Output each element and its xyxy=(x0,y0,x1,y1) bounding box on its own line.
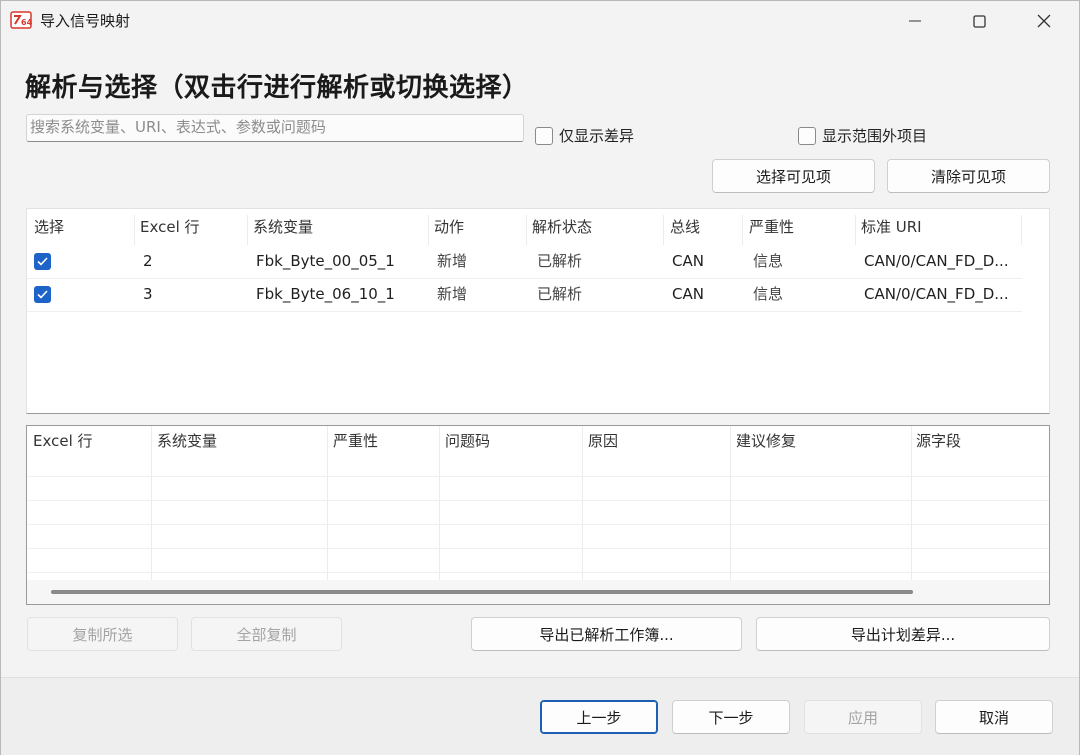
checkmark-icon xyxy=(37,257,48,266)
close-icon xyxy=(1037,14,1051,28)
show-out-of-range-label: 显示范围外项目 xyxy=(822,127,928,145)
bus-cell: CAN xyxy=(672,252,704,270)
excel-row-cell: 2 xyxy=(143,252,153,270)
column-divider xyxy=(730,426,731,580)
system-variable-cell: Fbk_Byte_06_10_1 xyxy=(256,285,395,303)
column-header-excel-row[interactable]: Excel 行 xyxy=(33,430,93,451)
copy-selected-button[interactable]: 复制所选 xyxy=(27,617,178,651)
bus-cell: CAN xyxy=(672,285,704,303)
status-cell: 已解析 xyxy=(537,285,583,303)
column-divider xyxy=(526,215,527,245)
svg-text:64: 64 xyxy=(21,18,32,27)
uri-cell: CAN/0/CAN_FD_D... xyxy=(864,252,1009,270)
column-header-system-variable[interactable]: 系统变量 xyxy=(157,430,217,451)
table-row[interactable]: 3 Fbk_Byte_06_10_1 新增 已解析 CAN 信息 CAN/0/C… xyxy=(27,278,1022,312)
import-signal-mapping-dialog: 64 导入信号映射 解析与选择（双击行进行解析或切换选择） 仅显示差异 显示范围… xyxy=(0,0,1080,755)
column-divider xyxy=(855,215,856,245)
row-divider xyxy=(27,524,1049,525)
issues-table-header: Excel 行 系统变量 严重性 问题码 原因 建议修复 源字段 xyxy=(27,426,1049,456)
copy-all-button[interactable]: 全部复制 xyxy=(191,617,342,651)
checkmark-icon xyxy=(37,290,48,299)
only-diff-label: 仅显示差异 xyxy=(559,127,635,145)
uri-cell: CAN/0/CAN_FD_D... xyxy=(864,285,1009,303)
action-cell: 新增 xyxy=(437,252,468,270)
column-divider xyxy=(582,426,583,580)
column-header-severity[interactable]: 严重性 xyxy=(333,430,378,451)
row-checkbox[interactable] xyxy=(34,286,51,303)
horizontal-scrollbar[interactable] xyxy=(27,580,1049,604)
column-header-bus[interactable]: 总线 xyxy=(670,211,700,244)
action-cell: 新增 xyxy=(437,285,468,303)
checkbox-box[interactable] xyxy=(535,126,553,145)
column-header-excel-row[interactable]: Excel 行 xyxy=(140,211,200,244)
maximize-icon xyxy=(972,14,986,28)
previous-step-button[interactable]: 上一步 xyxy=(540,700,658,734)
title-bar: 64 导入信号映射 xyxy=(1,1,1079,41)
row-divider xyxy=(27,476,1049,477)
row-divider xyxy=(27,548,1049,549)
system-variable-cell: Fbk_Byte_00_05_1 xyxy=(256,252,395,270)
column-header-suggested-fix[interactable]: 建议修复 xyxy=(736,430,796,451)
severity-cell: 信息 xyxy=(753,252,784,270)
column-divider xyxy=(439,426,440,580)
row-divider xyxy=(27,500,1049,501)
show-out-of-range-checkbox[interactable]: 显示范围外项目 xyxy=(798,125,927,146)
minimize-button[interactable] xyxy=(885,1,945,41)
column-divider xyxy=(327,426,328,580)
status-cell: 已解析 xyxy=(537,252,583,270)
page-title: 解析与选择（双击行进行解析或切换选择） xyxy=(25,73,529,103)
clear-visible-button[interactable]: 清除可见项 xyxy=(887,159,1050,193)
resolution-table[interactable]: 选择 Excel 行 系统变量 动作 解析状态 总线 严重性 标准 URI 2 … xyxy=(26,208,1050,414)
minimize-icon xyxy=(909,20,921,22)
table-row[interactable]: 2 Fbk_Byte_00_05_1 新增 已解析 CAN 信息 CAN/0/C… xyxy=(27,245,1022,279)
column-divider xyxy=(151,426,152,580)
column-header-system-variable[interactable]: 系统变量 xyxy=(253,211,313,244)
column-divider xyxy=(911,426,912,580)
next-step-button[interactable]: 下一步 xyxy=(672,700,790,734)
apply-button[interactable]: 应用 xyxy=(804,700,922,734)
column-header-reason[interactable]: 原因 xyxy=(588,430,618,451)
export-workbook-button[interactable]: 导出已解析工作簿... xyxy=(471,617,742,651)
table-header: 选择 Excel 行 系统变量 动作 解析状态 总线 严重性 标准 URI xyxy=(27,211,1022,245)
scrollbar-thumb[interactable] xyxy=(51,590,913,594)
column-header-action[interactable]: 动作 xyxy=(434,211,464,244)
window-title: 导入信号映射 xyxy=(40,12,131,30)
column-header-source-field[interactable]: 源字段 xyxy=(916,430,961,451)
maximize-button[interactable] xyxy=(949,1,1009,41)
export-plan-diff-button[interactable]: 导出计划差异... xyxy=(756,617,1050,651)
select-visible-button[interactable]: 选择可见项 xyxy=(712,159,875,193)
column-header-select[interactable]: 选择 xyxy=(34,211,64,244)
severity-cell: 信息 xyxy=(753,285,784,303)
app-logo-icon: 64 xyxy=(10,11,32,29)
cancel-button[interactable]: 取消 xyxy=(935,700,1053,734)
column-divider xyxy=(1021,215,1022,245)
column-divider xyxy=(247,215,248,245)
checkbox-box[interactable] xyxy=(798,126,816,145)
excel-row-cell: 3 xyxy=(143,285,153,303)
column-divider xyxy=(428,215,429,245)
search-box[interactable] xyxy=(26,114,524,142)
row-checkbox[interactable] xyxy=(34,253,51,270)
row-divider xyxy=(27,572,1049,573)
close-button[interactable] xyxy=(1014,1,1074,41)
column-header-status[interactable]: 解析状态 xyxy=(532,211,592,244)
column-divider xyxy=(134,215,135,245)
column-divider xyxy=(663,215,664,245)
issues-table[interactable]: Excel 行 系统变量 严重性 问题码 原因 建议修复 源字段 xyxy=(26,425,1050,605)
only-diff-checkbox[interactable]: 仅显示差异 xyxy=(535,125,634,146)
column-divider xyxy=(742,215,743,245)
search-input[interactable] xyxy=(27,115,513,139)
column-header-uri[interactable]: 标准 URI xyxy=(861,211,922,244)
column-header-issue-code[interactable]: 问题码 xyxy=(445,430,490,451)
column-header-severity[interactable]: 严重性 xyxy=(749,211,794,244)
